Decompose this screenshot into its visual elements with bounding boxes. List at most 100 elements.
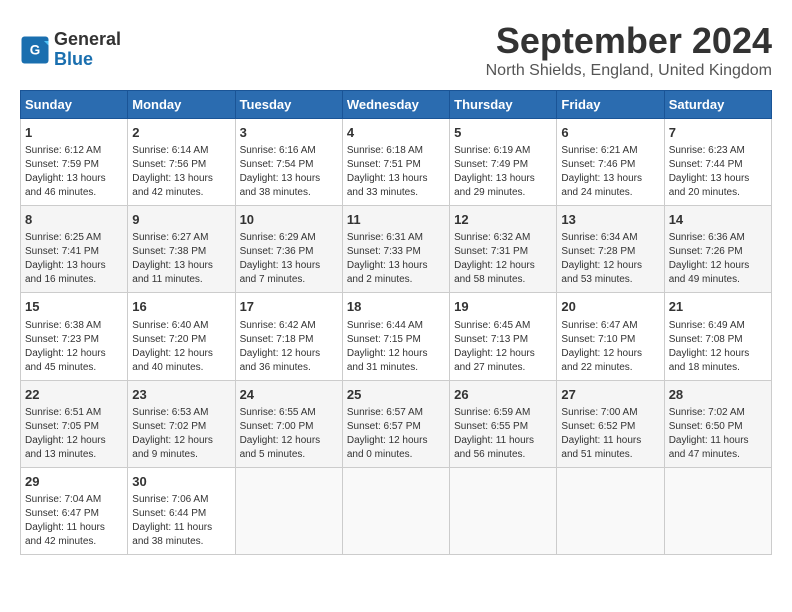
- day-info: Sunrise: 6:12 AM Sunset: 7:59 PM Dayligh…: [25, 144, 123, 200]
- day-number: 10: [240, 211, 338, 229]
- calendar-day-cell: 26Sunrise: 6:59 AM Sunset: 6:55 PM Dayli…: [450, 380, 557, 467]
- day-number: 29: [25, 473, 123, 491]
- calendar-week-row: 29Sunrise: 7:04 AM Sunset: 6:47 PM Dayli…: [21, 467, 772, 554]
- day-number: 27: [561, 386, 659, 404]
- day-info: Sunrise: 6:38 AM Sunset: 7:23 PM Dayligh…: [25, 319, 123, 375]
- calendar-week-row: 1 Sunrise: 6:12 AM Sunset: 7:59 PM Daylig…: [21, 119, 772, 206]
- day-info: Sunrise: 7:06 AM Sunset: 6:44 PM Dayligh…: [132, 493, 230, 549]
- day-number: 1: [25, 124, 123, 142]
- calendar-day-cell: [450, 467, 557, 554]
- day-number: 13: [561, 211, 659, 229]
- calendar-day-cell: 19 Sunrise: 6:45 AM Sunset: 7:13 PM Dayli…: [450, 293, 557, 380]
- day-info: Sunrise: 6:49 AM Sunset: 7:08 PM Dayligh…: [669, 319, 767, 375]
- day-info: Sunrise: 6:25 AM Sunset: 7:41 PM Dayligh…: [25, 231, 123, 287]
- weekday-header-cell: Wednesday: [342, 91, 449, 119]
- calendar-day-cell: 9Sunrise: 6:27 AM Sunset: 7:38 PM Daylig…: [128, 206, 235, 293]
- day-info: Sunrise: 6:16 AM Sunset: 7:54 PM Dayligh…: [240, 144, 338, 200]
- day-number: 30: [132, 473, 230, 491]
- calendar-day-cell: 17 Sunrise: 6:42 AM Sunset: 7:18 PM Dayli…: [235, 293, 342, 380]
- calendar-day-cell: [342, 467, 449, 554]
- location-title: North Shields, England, United Kingdom: [486, 62, 772, 80]
- calendar-week-row: 15Sunrise: 6:38 AM Sunset: 7:23 PM Dayli…: [21, 293, 772, 380]
- day-number: 18: [347, 298, 445, 316]
- day-number: 12: [454, 211, 552, 229]
- calendar-day-cell: 2 Sunrise: 6:14 AM Sunset: 7:56 PM Daylig…: [128, 119, 235, 206]
- month-title: September 2024: [486, 20, 772, 62]
- day-number: 7: [669, 124, 767, 142]
- day-info: Sunrise: 6:14 AM Sunset: 7:56 PM Dayligh…: [132, 144, 230, 200]
- logo-text-line2: Blue: [54, 50, 121, 70]
- day-info: Sunrise: 6:44 AM Sunset: 7:15 PM Dayligh…: [347, 319, 445, 375]
- weekday-header-cell: Sunday: [21, 91, 128, 119]
- day-info: Sunrise: 6:55 AM Sunset: 7:00 PM Dayligh…: [240, 406, 338, 462]
- day-number: 6: [561, 124, 659, 142]
- day-info: Sunrise: 6:36 AM Sunset: 7:26 PM Dayligh…: [669, 231, 767, 287]
- day-number: 19: [454, 298, 552, 316]
- weekday-header-row: SundayMondayTuesdayWednesdayThursdayFrid…: [21, 91, 772, 119]
- day-info: Sunrise: 6:53 AM Sunset: 7:02 PM Dayligh…: [132, 406, 230, 462]
- day-info: Sunrise: 6:45 AM Sunset: 7:13 PM Dayligh…: [454, 319, 552, 375]
- day-info: Sunrise: 6:18 AM Sunset: 7:51 PM Dayligh…: [347, 144, 445, 200]
- day-number: 28: [669, 386, 767, 404]
- day-info: Sunrise: 6:32 AM Sunset: 7:31 PM Dayligh…: [454, 231, 552, 287]
- weekday-header-cell: Thursday: [450, 91, 557, 119]
- calendar-day-cell: 5 Sunrise: 6:19 AM Sunset: 7:49 PM Daylig…: [450, 119, 557, 206]
- calendar-day-cell: 25Sunrise: 6:57 AM Sunset: 6:57 PM Dayli…: [342, 380, 449, 467]
- day-info: Sunrise: 6:29 AM Sunset: 7:36 PM Dayligh…: [240, 231, 338, 287]
- day-info: Sunrise: 6:19 AM Sunset: 7:49 PM Dayligh…: [454, 144, 552, 200]
- day-info: Sunrise: 7:02 AM Sunset: 6:50 PM Dayligh…: [669, 406, 767, 462]
- day-info: Sunrise: 6:51 AM Sunset: 7:05 PM Dayligh…: [25, 406, 123, 462]
- calendar-day-cell: 10 Sunrise: 6:29 AM Sunset: 7:36 PM Dayli…: [235, 206, 342, 293]
- weekday-header-cell: Saturday: [664, 91, 771, 119]
- calendar-day-cell: 6 Sunrise: 6:21 AM Sunset: 7:46 PM Daylig…: [557, 119, 664, 206]
- calendar-day-cell: [235, 467, 342, 554]
- calendar-day-cell: 23 Sunrise: 6:53 AM Sunset: 7:02 PM Dayli…: [128, 380, 235, 467]
- calendar-day-cell: 4Sunrise: 6:18 AM Sunset: 7:51 PM Daylig…: [342, 119, 449, 206]
- calendar-day-cell: 18 Sunrise: 6:44 AM Sunset: 7:15 PM Dayli…: [342, 293, 449, 380]
- day-info: Sunrise: 6:21 AM Sunset: 7:46 PM Dayligh…: [561, 144, 659, 200]
- day-number: 3: [240, 124, 338, 142]
- calendar-day-cell: 28 Sunrise: 7:02 AM Sunset: 6:50 PM Dayli…: [664, 380, 771, 467]
- calendar-day-cell: 15Sunrise: 6:38 AM Sunset: 7:23 PM Dayli…: [21, 293, 128, 380]
- weekday-header-cell: Friday: [557, 91, 664, 119]
- calendar-body: 1 Sunrise: 6:12 AM Sunset: 7:59 PM Daylig…: [21, 119, 772, 555]
- day-number: 24: [240, 386, 338, 404]
- day-number: 21: [669, 298, 767, 316]
- day-number: 14: [669, 211, 767, 229]
- day-info: Sunrise: 6:42 AM Sunset: 7:18 PM Dayligh…: [240, 319, 338, 375]
- calendar-day-cell: 12 Sunrise: 6:32 AM Sunset: 7:31 PM Dayli…: [450, 206, 557, 293]
- calendar-day-cell: 11 Sunrise: 6:31 AM Sunset: 7:33 PM Dayli…: [342, 206, 449, 293]
- logo-icon: G: [20, 35, 50, 65]
- day-number: 5: [454, 124, 552, 142]
- title-section: September 2024 North Shields, England, U…: [486, 20, 772, 80]
- calendar-day-cell: 24 Sunrise: 6:55 AM Sunset: 7:00 PM Dayli…: [235, 380, 342, 467]
- calendar-day-cell: 3 Sunrise: 6:16 AM Sunset: 7:54 PM Daylig…: [235, 119, 342, 206]
- day-number: 16: [132, 298, 230, 316]
- calendar-day-cell: 30 Sunrise: 7:06 AM Sunset: 6:44 PM Dayli…: [128, 467, 235, 554]
- day-info: Sunrise: 6:31 AM Sunset: 7:33 PM Dayligh…: [347, 231, 445, 287]
- day-info: Sunrise: 6:23 AM Sunset: 7:44 PM Dayligh…: [669, 144, 767, 200]
- logo: G General Blue: [20, 30, 121, 70]
- calendar-day-cell: 22Sunrise: 6:51 AM Sunset: 7:05 PM Dayli…: [21, 380, 128, 467]
- day-number: 2: [132, 124, 230, 142]
- svg-text:G: G: [30, 42, 41, 57]
- calendar-day-cell: 21 Sunrise: 6:49 AM Sunset: 7:08 PM Dayli…: [664, 293, 771, 380]
- weekday-header-cell: Tuesday: [235, 91, 342, 119]
- calendar-day-cell: 8 Sunrise: 6:25 AM Sunset: 7:41 PM Daylig…: [21, 206, 128, 293]
- day-number: 26: [454, 386, 552, 404]
- calendar-day-cell: 27 Sunrise: 7:00 AM Sunset: 6:52 PM Dayli…: [557, 380, 664, 467]
- calendar-day-cell: 16Sunrise: 6:40 AM Sunset: 7:20 PM Dayli…: [128, 293, 235, 380]
- day-number: 23: [132, 386, 230, 404]
- logo-text-line1: General: [54, 30, 121, 50]
- day-number: 25: [347, 386, 445, 404]
- calendar-day-cell: [557, 467, 664, 554]
- day-number: 11: [347, 211, 445, 229]
- day-info: Sunrise: 7:00 AM Sunset: 6:52 PM Dayligh…: [561, 406, 659, 462]
- day-info: Sunrise: 6:27 AM Sunset: 7:38 PM Dayligh…: [132, 231, 230, 287]
- calendar-day-cell: 29Sunrise: 7:04 AM Sunset: 6:47 PM Dayli…: [21, 467, 128, 554]
- day-number: 8: [25, 211, 123, 229]
- weekday-header-cell: Monday: [128, 91, 235, 119]
- day-number: 17: [240, 298, 338, 316]
- calendar-day-cell: 14 Sunrise: 6:36 AM Sunset: 7:26 PM Dayli…: [664, 206, 771, 293]
- day-info: Sunrise: 6:47 AM Sunset: 7:10 PM Dayligh…: [561, 319, 659, 375]
